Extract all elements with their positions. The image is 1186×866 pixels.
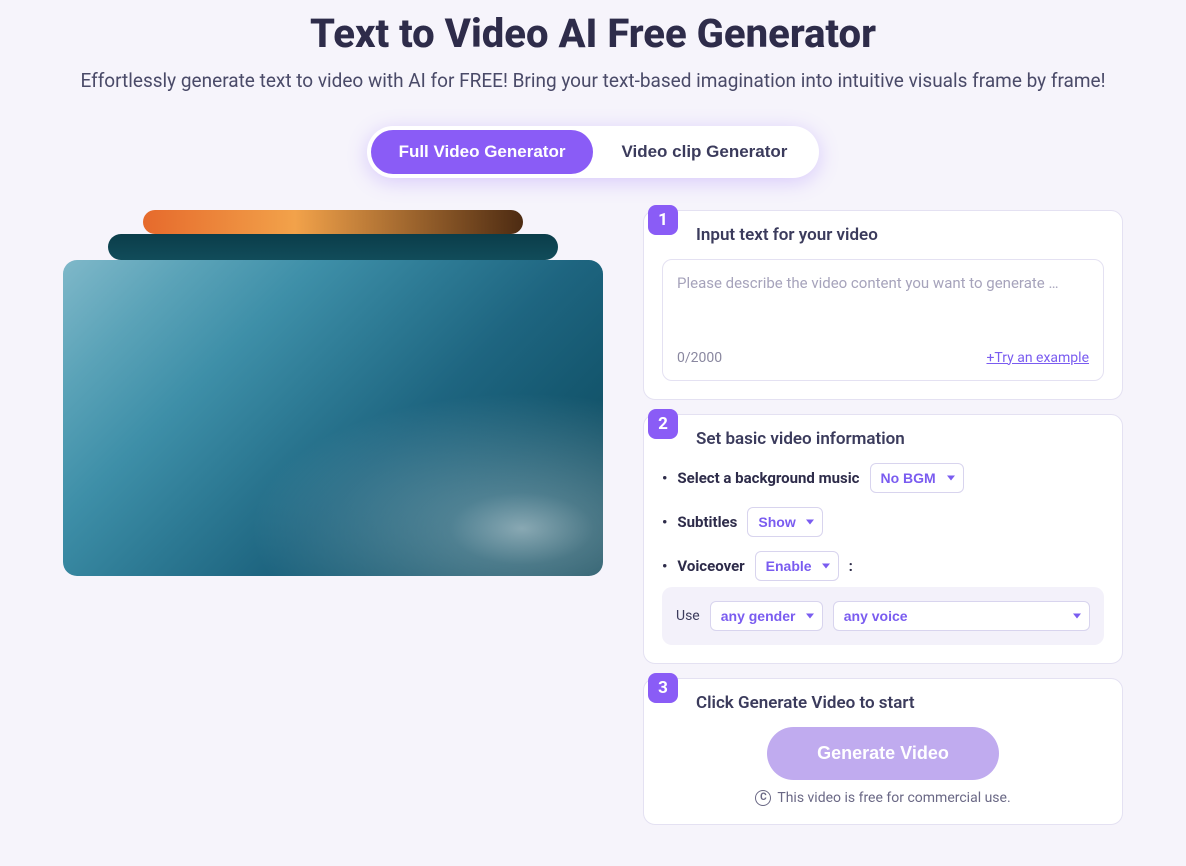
bgm-label: Select a background music [677,469,859,487]
preview-card-front [63,260,603,576]
license-row: C This video is free for commercial use. [662,790,1104,806]
use-label: Use [676,608,700,624]
bullet-icon: • [662,469,667,487]
generate-video-button[interactable]: Generate Video [767,727,999,780]
step-1-title: Input text for your video [696,225,1104,245]
voice-sub-panel: Use any gender any voice [662,587,1104,645]
tab-full-video[interactable]: Full Video Generator [371,130,594,174]
step-1-card: 1 Input text for your video 0/2000 +Try … [643,210,1123,400]
voiceover-select[interactable]: Enable [755,551,839,581]
step-2-card: 2 Set basic video information • Select a… [643,414,1123,664]
mode-tabs: Full Video Generator Video clip Generato… [0,126,1186,178]
bullet-icon: • [662,557,667,575]
video-description-input[interactable] [677,274,1089,338]
tab-video-clip[interactable]: Video clip Generator [593,130,815,174]
license-text: This video is free for commercial use. [777,790,1010,806]
bgm-row: • Select a background music No BGM [662,463,1104,493]
try-example-link[interactable]: +Try an example [986,350,1089,366]
step-2-title: Set basic video information [696,429,1104,449]
colon: : [849,557,853,575]
bgm-select[interactable]: No BGM [870,463,964,493]
preview-card-mid [108,234,558,260]
step-3-title: Click Generate Video to start [696,693,1104,713]
cc-icon: C [755,790,771,806]
step-badge-2: 2 [648,409,678,439]
page-title: Text to Video AI Free Generator [0,0,1186,57]
subtitles-select[interactable]: Show [747,507,823,537]
page-subtitle: Effortlessly generate text to video with… [63,67,1123,96]
voice-select[interactable]: any voice [833,601,1090,631]
bullet-icon: • [662,513,667,531]
step-badge-1: 1 [648,205,678,235]
voiceover-row: • Voiceover Enable : [662,551,1104,581]
preview-stack [63,210,603,580]
preview-card-back [143,210,523,234]
char-count: 0/2000 [677,350,722,366]
step-badge-3: 3 [648,673,678,703]
preview-column [63,210,603,825]
subtitles-label: Subtitles [677,513,737,531]
voiceover-label: Voiceover [677,557,744,575]
form-column: 1 Input text for your video 0/2000 +Try … [643,210,1123,825]
subtitles-row: • Subtitles Show [662,507,1104,537]
gender-select[interactable]: any gender [710,601,823,631]
step-3-card: 3 Click Generate Video to start Generate… [643,678,1123,825]
text-input-box: 0/2000 +Try an example [662,259,1104,381]
